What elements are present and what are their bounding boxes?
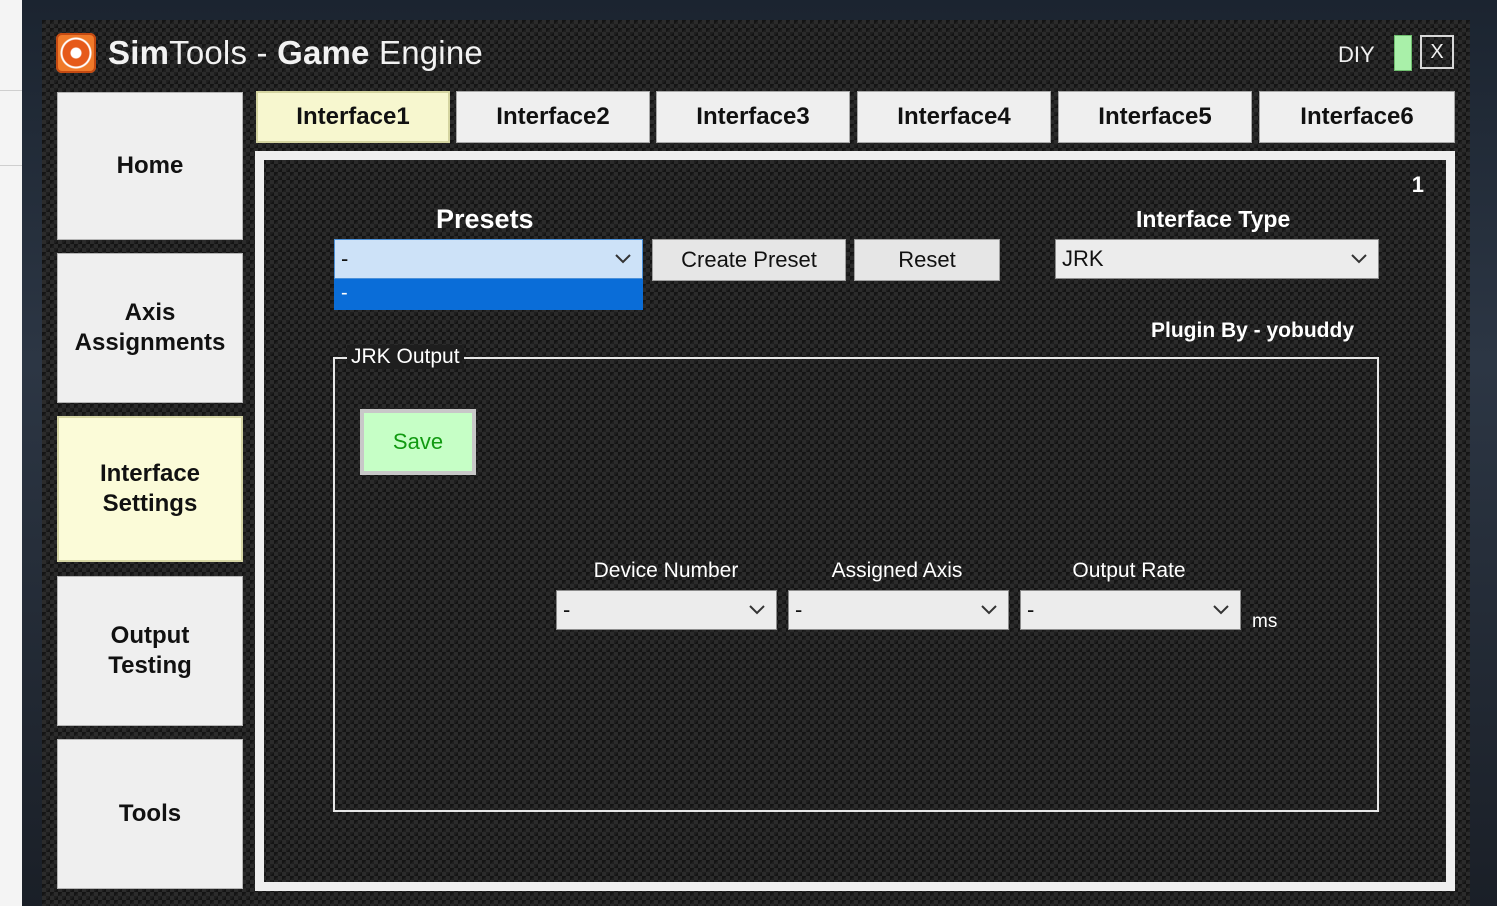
jrk-output-legend: JRK Output [347,345,464,369]
sidebar-item-label: Axis [124,299,176,326]
output-rate-value: - [1027,597,1035,622]
sidebar-item-label: Interface [99,460,201,487]
presets-select[interactable]: - [334,239,643,279]
assigned-axis-select[interactable]: - [788,590,1009,630]
output-rate-select[interactable]: - [1020,590,1241,630]
interface-type-select[interactable]: JRK [1055,239,1379,279]
output-rate-unit: ms [1252,611,1278,632]
output-rate-label: Output Rate [1072,559,1186,582]
sidebar-item-label: Settings [102,490,198,517]
presets-selected-value: - [341,246,349,271]
sidebar-item-label: Tools [118,800,182,827]
assigned-axis-label: Assigned Axis [831,559,963,582]
chevron-down-icon [1212,591,1230,629]
sidebar-item-label: Assignments [74,329,226,356]
create-preset-button[interactable]: Create Preset [652,239,846,281]
title-bar[interactable]: SimTools - Game Engine DIY X [42,20,1470,88]
assigned-axis-value: - [795,597,803,622]
presets-dropdown-option[interactable]: - [334,279,643,310]
device-number-value: - [563,597,571,622]
device-number-select[interactable]: - [556,590,777,630]
device-number-label: Device Number [593,559,739,582]
window-title: SimTools - Game Engine [108,34,483,71]
plugin-author: Plugin By - yobuddy [1151,319,1354,342]
sidebar-item-interface-settings[interactable]: Interface Settings [57,416,243,562]
save-button[interactable]: Save [360,409,476,475]
interface-settings-panel: 1 Presets - - Create Preset Reset Interf… [255,151,1455,891]
sidebar-item-home[interactable]: Home [57,92,243,240]
sidebar-item-label: Output [110,622,190,649]
simtools-logo-icon [56,33,96,73]
diy-status-indicator [1394,35,1412,71]
sidebar-item-label: Testing [108,652,192,679]
tab-interface4[interactable]: Interface4 [857,91,1051,143]
sidebar-item-label: Home [116,152,184,179]
presets-label: Presets [436,204,534,234]
tab-interface6[interactable]: Interface6 [1259,91,1455,143]
chevron-down-icon [980,591,998,629]
diy-label: DIY [1338,42,1375,67]
simtools-window: SimTools - Game Engine DIY X Home Axis As… [42,20,1470,906]
interface-type-label: Interface Type [1136,206,1291,232]
sidebar-item-output-testing[interactable]: Output Testing [57,576,243,726]
reset-button[interactable]: Reset [854,239,1000,281]
chevron-down-icon [614,240,632,278]
chevron-down-icon [748,591,766,629]
jrk-output-group: JRK Output Save Device Number Assigned A… [333,345,1379,812]
desktop-left-strip [0,0,22,906]
tab-interface2[interactable]: Interface2 [456,91,650,143]
interface-number: 1 [1411,172,1424,197]
chevron-down-icon [1350,240,1368,278]
tab-interface1[interactable]: Interface1 [256,91,450,143]
tab-interface5[interactable]: Interface5 [1058,91,1252,143]
sidebar-item-tools[interactable]: Tools [57,739,243,889]
close-button[interactable]: X [1420,35,1454,69]
tab-interface3[interactable]: Interface3 [656,91,850,143]
interface-type-value: JRK [1062,246,1104,271]
sidebar-item-axis-assignments[interactable]: Axis Assignments [57,253,243,403]
